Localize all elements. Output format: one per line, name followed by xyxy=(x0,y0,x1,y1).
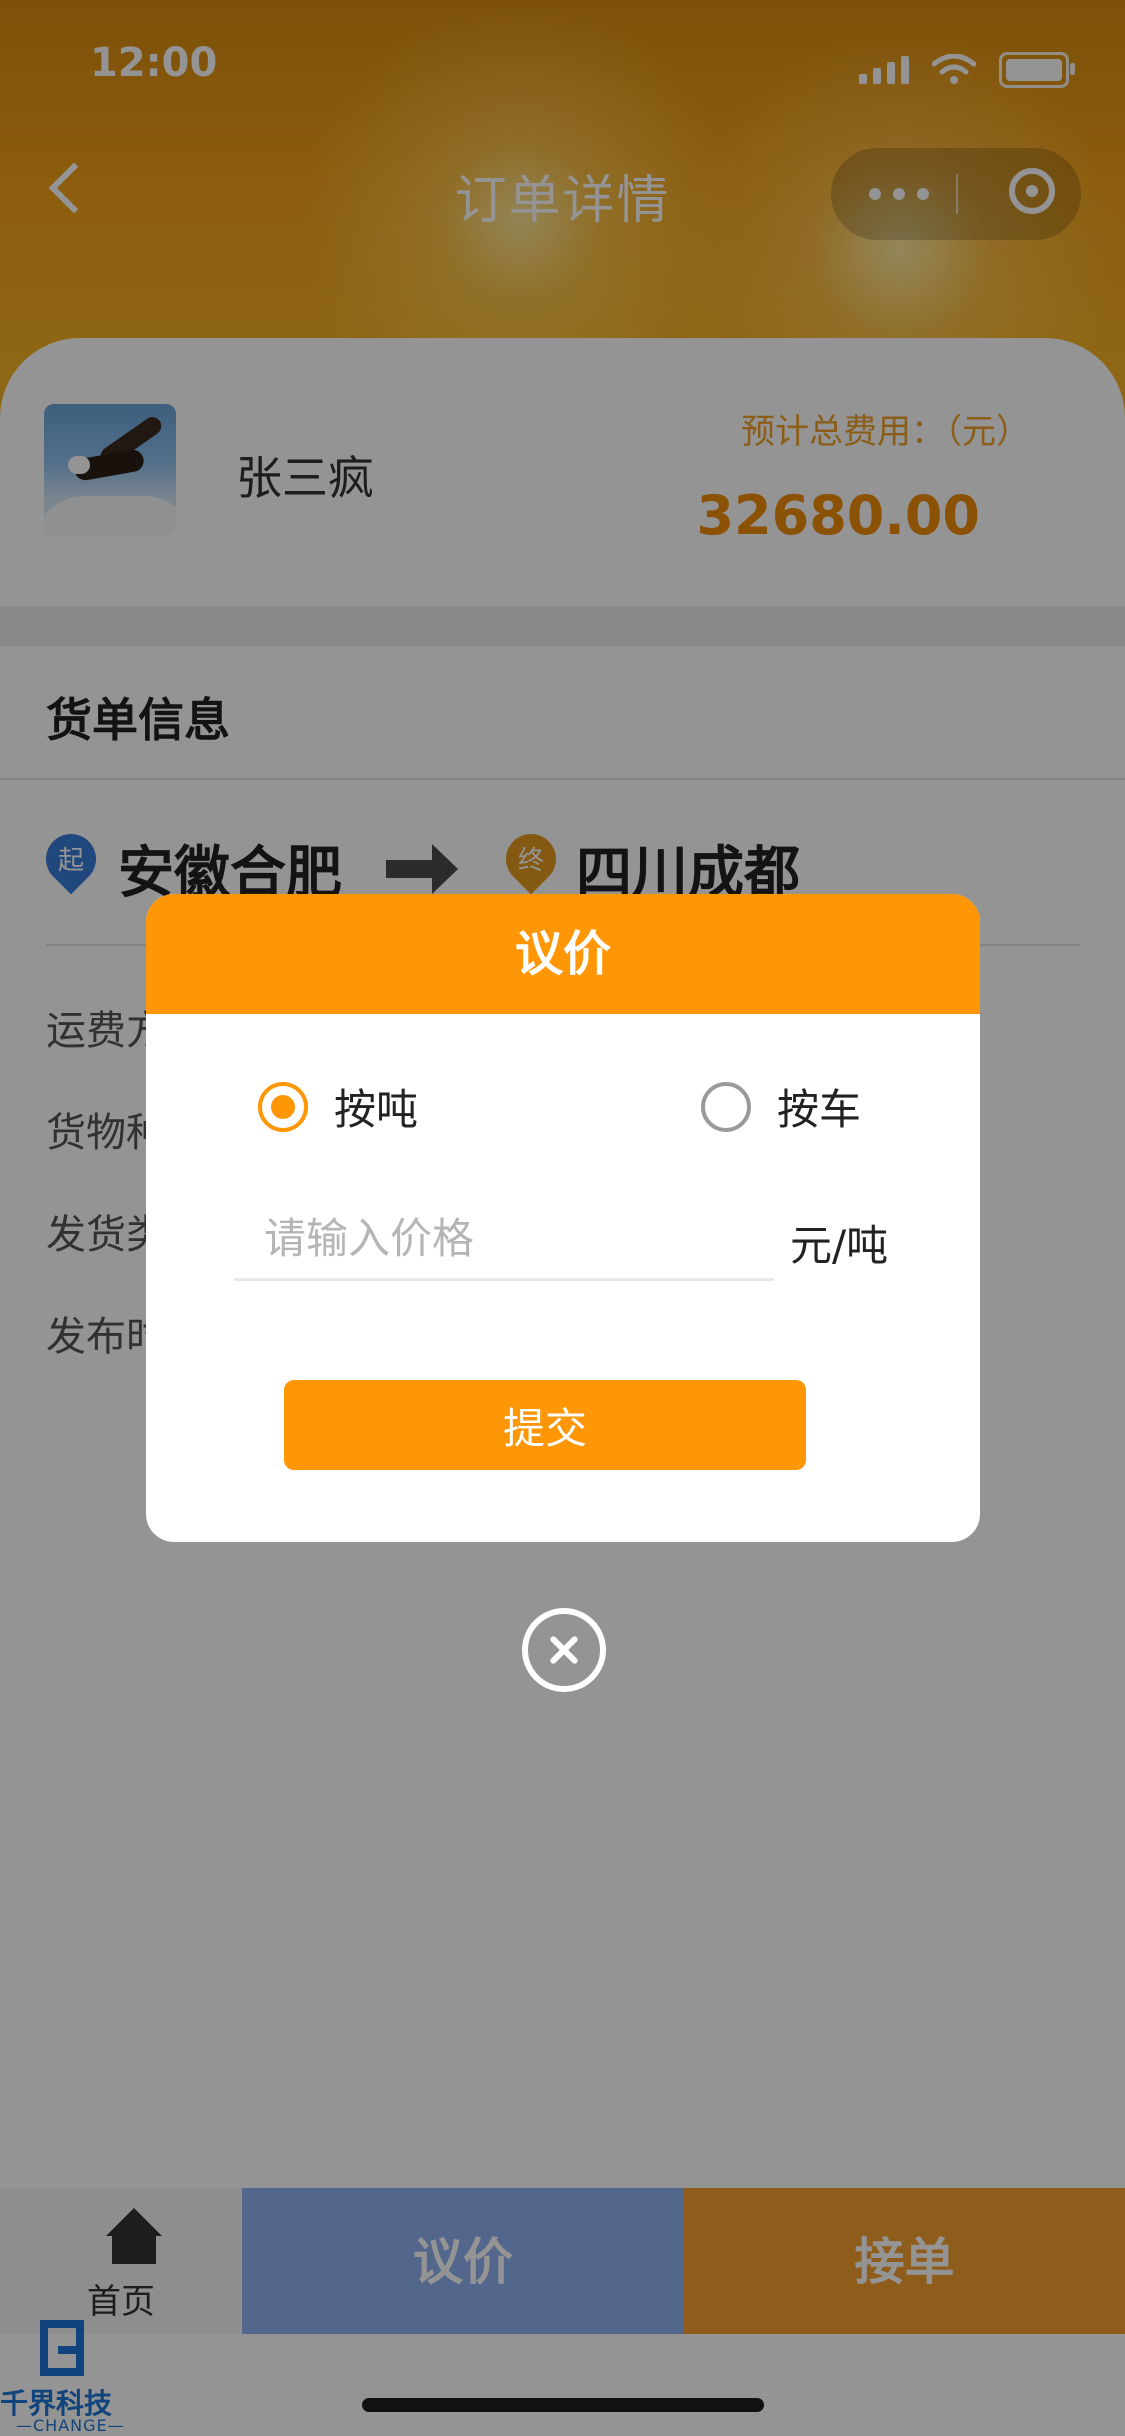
pricing-mode-group: 按吨 按车 xyxy=(258,1076,878,1136)
radio-by-ton[interactable]: 按吨 xyxy=(258,1076,418,1137)
radio-checked-icon xyxy=(258,1081,308,1132)
radio-label: 按吨 xyxy=(334,1085,419,1134)
price-input[interactable] xyxy=(234,1206,774,1270)
close-icon[interactable] xyxy=(522,1608,606,1692)
negotiate-dialog: 议价 按吨 按车 元/吨 提交 xyxy=(146,894,980,1542)
price-field xyxy=(234,1206,774,1281)
price-unit: 元/吨 xyxy=(790,1221,889,1270)
radio-label: 按车 xyxy=(777,1085,862,1134)
radio-unchecked-icon xyxy=(701,1081,751,1132)
submit-button[interactable]: 提交 xyxy=(284,1380,806,1470)
radio-by-truck[interactable]: 按车 xyxy=(701,1076,861,1137)
home-indicator xyxy=(362,2398,764,2412)
dialog-title: 议价 xyxy=(146,894,980,1014)
